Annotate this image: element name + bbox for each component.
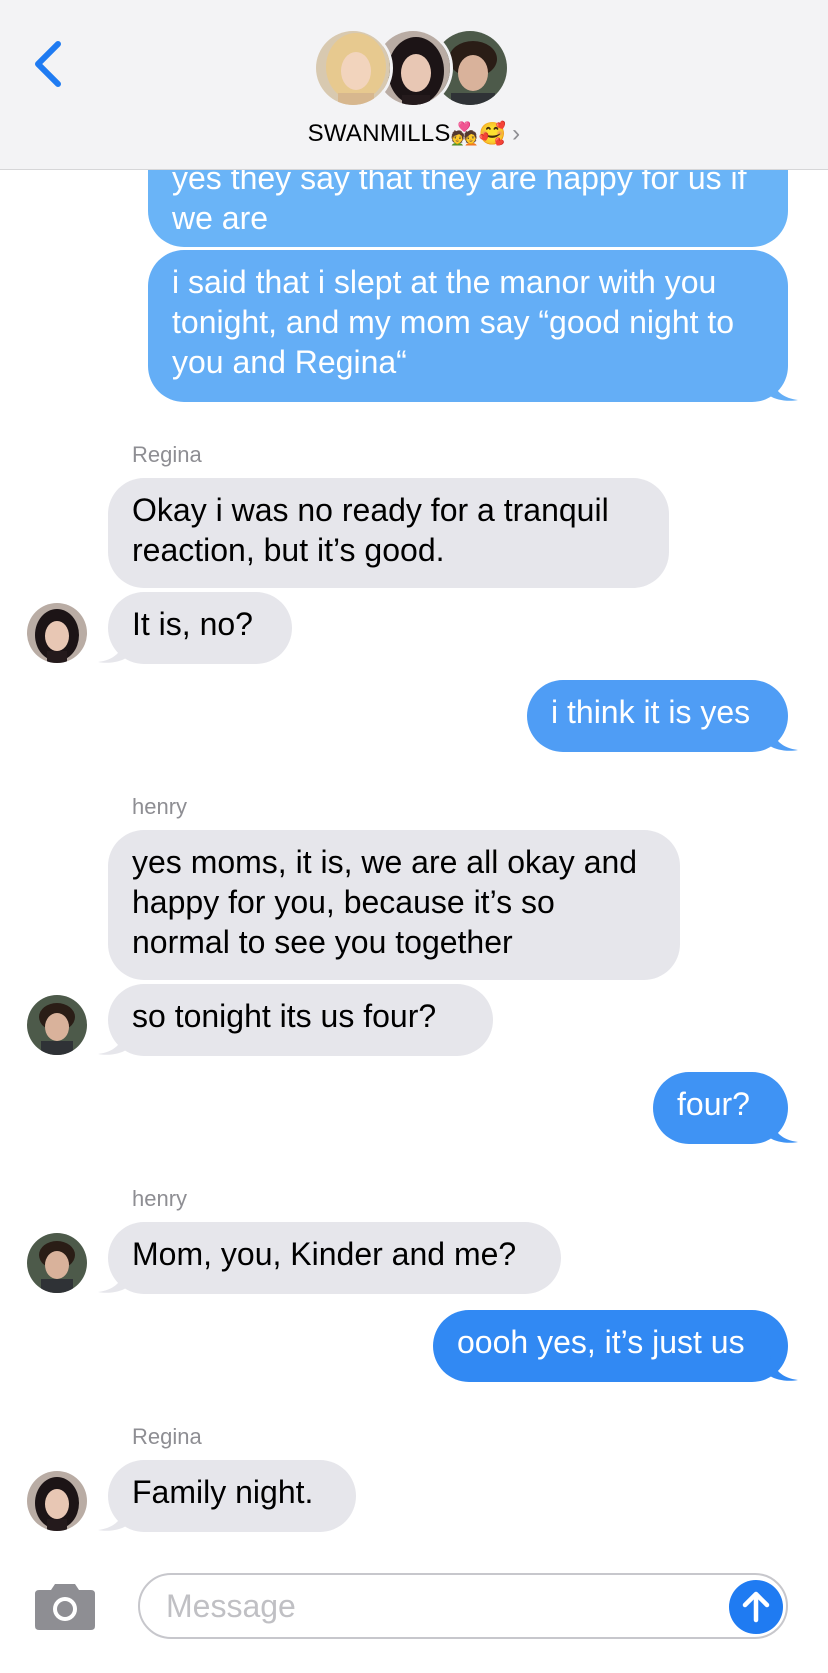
avatar-regina[interactable]: [27, 603, 87, 663]
sender-label: Regina: [132, 1424, 202, 1449]
group-avatars[interactable]: [313, 28, 513, 112]
bubble-tail: [98, 1268, 126, 1293]
avatar-henry[interactable]: [27, 1233, 87, 1293]
camera-icon: [35, 1584, 95, 1630]
incoming-message[interactable]: Family night.: [108, 1460, 356, 1532]
incoming-message[interactable]: Mom, you, Kinder and me?: [108, 1222, 561, 1294]
incoming-message[interactable]: yes moms, it is, we are all okay and hap…: [108, 830, 680, 980]
avatar-regina[interactable]: [27, 1471, 87, 1531]
outgoing-message[interactable]: i think it is yes: [527, 680, 788, 752]
bubble-tail: [770, 376, 798, 401]
sender-label: henry: [132, 794, 188, 819]
outgoing-message[interactable]: four?: [653, 1072, 788, 1144]
chevron-left-icon: [35, 41, 61, 87]
group-name-text: SWANMILLS: [307, 120, 451, 147]
sender-label: henry: [132, 1186, 188, 1211]
chevron-right-icon: ›: [512, 120, 521, 147]
sender-label: Regina: [132, 442, 202, 467]
incoming-message[interactable]: Okay i was no ready for a tranquil react…: [108, 478, 669, 588]
message-input[interactable]: [138, 1573, 788, 1639]
camera-button[interactable]: [33, 1580, 97, 1632]
group-name[interactable]: SWANMILLS💑🥰 ›: [0, 120, 828, 148]
avatar-emma: [313, 28, 393, 108]
bubble-tail: [770, 1118, 798, 1143]
group-emoji: 💑🥰: [450, 121, 507, 146]
back-button[interactable]: [28, 36, 68, 92]
bubble-tail: [770, 726, 798, 751]
bubble-tail: [98, 638, 126, 663]
outgoing-message[interactable]: i said that i slept at the manor with yo…: [148, 250, 788, 402]
outgoing-message[interactable]: oooh yes, it’s just us: [433, 1310, 788, 1382]
avatar-henry[interactable]: [27, 995, 87, 1055]
send-button[interactable]: [729, 1580, 783, 1634]
bubble-tail: [98, 1030, 126, 1055]
message-composer: [0, 1560, 828, 1673]
incoming-message[interactable]: so tonight its us four?: [108, 984, 493, 1056]
conversation-header: SWANMILLS💑🥰 ›: [0, 0, 828, 170]
bubble-tail: [98, 1506, 126, 1531]
bubble-tail: [770, 1356, 798, 1381]
incoming-message[interactable]: It is, no?: [108, 592, 292, 664]
arrow-up-icon: [742, 1591, 770, 1623]
